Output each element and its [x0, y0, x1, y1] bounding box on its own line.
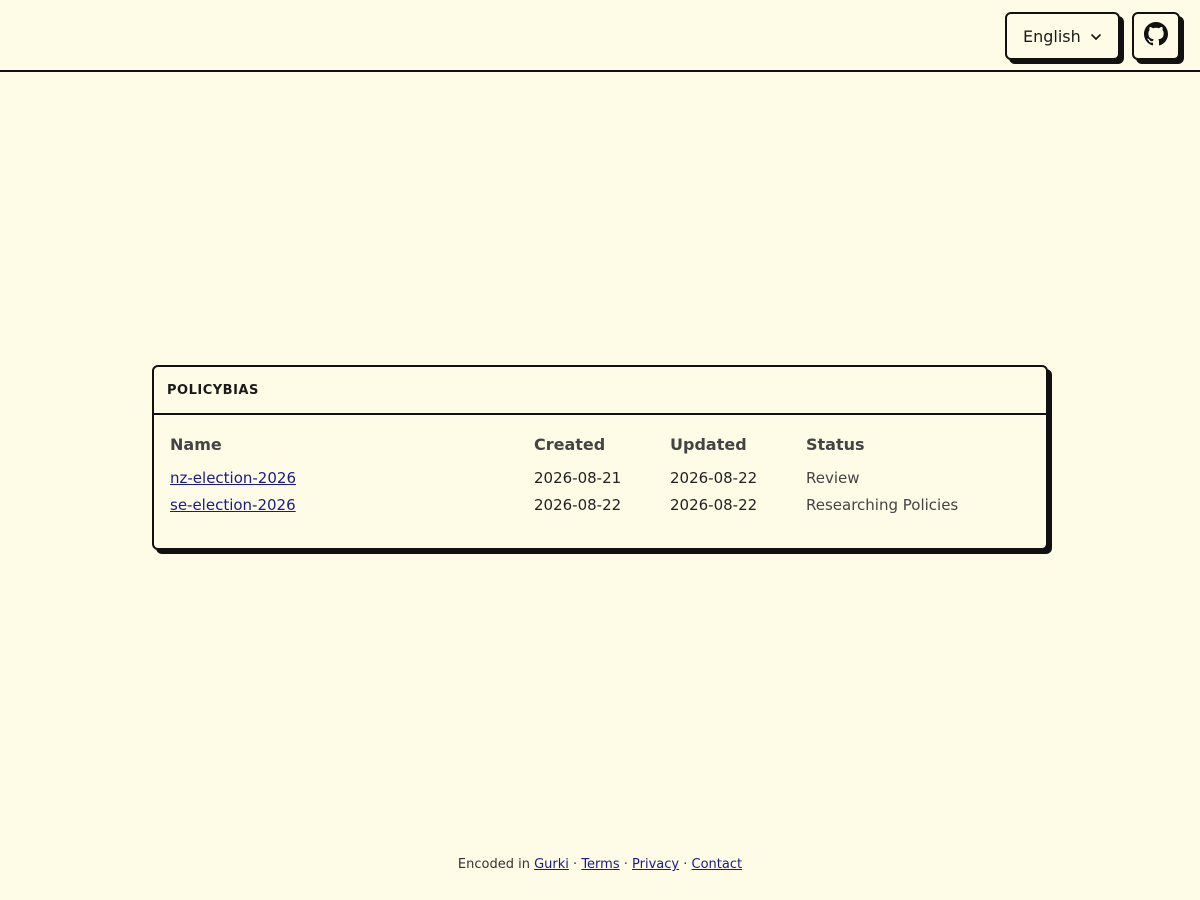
footer-prefix: Encoded in [457, 857, 530, 872]
column-header-status: Status [806, 435, 865, 454]
language-label: English [1023, 26, 1081, 46]
footer-separator: · [683, 857, 688, 872]
created-date: 2026-08-21 [534, 469, 622, 487]
chevron-down-icon [1089, 29, 1103, 43]
privacy-link[interactable]: Privacy [632, 857, 679, 872]
footer-separator: · [573, 857, 578, 872]
table-header-row: Name Created Updated Status [170, 435, 1030, 462]
project-link[interactable]: se-election-2026 [170, 496, 296, 514]
footer-separator: · [623, 857, 628, 872]
updated-date: 2026-08-22 [670, 496, 758, 514]
language-select[interactable]: English [1005, 12, 1120, 60]
column-header-updated: Updated [670, 435, 747, 454]
table-row: nz-election-2026 2026-08-21 2026-08-22 R… [170, 469, 1030, 496]
policybias-card: POLICYBIAS Name Created Updated Status n… [152, 365, 1048, 550]
created-date: 2026-08-22 [534, 496, 622, 514]
github-icon [1144, 22, 1168, 50]
table-row: se-election-2026 2026-08-22 2026-08-22 R… [170, 496, 1030, 523]
projects-table: Name Created Updated Status nz-election-… [170, 435, 1030, 523]
column-header-created: Created [534, 435, 606, 454]
contact-link[interactable]: Contact [692, 857, 743, 872]
footer: Encoded in Gurki · Terms · Privacy · Con… [0, 857, 1200, 872]
project-link[interactable]: nz-election-2026 [170, 469, 296, 487]
top-bar: English [0, 0, 1200, 72]
terms-link[interactable]: Terms [581, 857, 619, 872]
status-text: Review [806, 469, 860, 487]
column-header-name: Name [170, 435, 222, 454]
card-title: POLICYBIAS [167, 382, 259, 398]
status-text: Researching Policies [806, 496, 959, 514]
card-header: POLICYBIAS [154, 367, 1046, 415]
updated-date: 2026-08-22 [670, 469, 758, 487]
github-button[interactable] [1132, 12, 1180, 60]
gurki-link[interactable]: Gurki [534, 857, 569, 872]
